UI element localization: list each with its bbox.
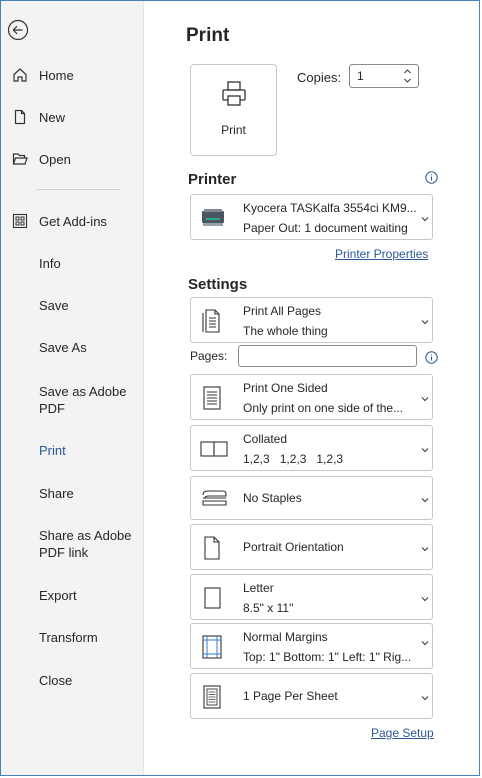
printer-dropdown[interactable]: Kyocera TASKalfa 3554ci KM9... Paper Out… xyxy=(190,194,433,240)
copies-label: Copies: xyxy=(297,70,342,85)
pages-input[interactable] xyxy=(238,345,417,367)
staples-title: No Staples xyxy=(243,491,302,505)
printer-status: Paper Out: 1 document waiting xyxy=(243,221,408,235)
margins-subtitle: Top: 1" Bottom: 1" Left: 1" Rig... xyxy=(243,650,412,664)
print-button[interactable]: Print xyxy=(190,64,277,156)
print-pane: Print Print Copies: 1 Printer Kyocera TA… xyxy=(144,1,479,775)
chevron-down-icon xyxy=(421,597,429,602)
sidebar-item-label: Share as Adobe PDF link xyxy=(39,528,132,560)
pages-per-sheet-dropdown[interactable]: 1 Page Per Sheet xyxy=(190,673,433,719)
chevron-down-icon xyxy=(421,498,429,503)
paper-subtitle: 8.5" x 11" xyxy=(243,601,294,615)
collation-dropdown[interactable]: Collated 1,2,3 1,2,3 1,2,3 xyxy=(190,425,433,471)
sidebar-item-label: Close xyxy=(39,673,73,688)
sidebar-item-label: Get Add-ins xyxy=(39,214,107,229)
pages-label: Pages: xyxy=(190,349,228,363)
document-pages-icon xyxy=(202,309,220,333)
margins-icon xyxy=(202,635,222,659)
chevron-down-icon xyxy=(421,448,429,453)
sidebar-item-label: Print xyxy=(39,443,66,458)
margins-title: Normal Margins xyxy=(243,630,328,644)
page-per-sheet-icon xyxy=(203,685,221,709)
back-arrow-icon xyxy=(7,19,29,41)
printer-device-icon xyxy=(202,209,224,226)
orientation-dropdown[interactable]: Portrait Orientation xyxy=(190,524,433,570)
back-button[interactable] xyxy=(7,19,29,41)
letter-page-icon xyxy=(204,587,221,609)
sidebar-item-label: Transform xyxy=(39,630,98,645)
paper-title: Letter xyxy=(243,581,274,595)
print-range-subtitle: The whole thing xyxy=(243,324,328,338)
orientation-title: Portrait Orientation xyxy=(243,540,344,554)
collated-icon xyxy=(200,441,228,457)
sidebar-item-label: Info xyxy=(39,256,61,271)
collation-title: Collated xyxy=(243,432,288,446)
sidebar-item-label: Home xyxy=(39,68,74,83)
sidebar-item-label: New xyxy=(39,110,66,125)
printer-heading: Printer xyxy=(188,171,237,188)
printer-properties-link[interactable]: Printer Properties xyxy=(335,247,428,261)
settings-heading: Settings xyxy=(188,276,248,293)
info-icon[interactable] xyxy=(425,351,438,364)
printer-icon xyxy=(222,81,246,106)
chevron-down-icon xyxy=(421,547,429,552)
folder-open-icon xyxy=(12,153,28,165)
paper-size-dropdown[interactable]: Letter 8.5" x 11" xyxy=(190,574,433,620)
backstage-sidebar: Home New Open Get Add-ins Info Save Save… xyxy=(1,1,144,775)
margins-dropdown[interactable]: Normal Margins Top: 1" Bottom: 1" Left: … xyxy=(190,623,433,669)
sides-dropdown[interactable]: Print One Sided Only print on one side o… xyxy=(190,374,433,420)
new-document-icon xyxy=(14,109,26,125)
chevron-down-icon xyxy=(421,696,429,701)
chevron-down-icon xyxy=(421,320,429,325)
add-ins-icon xyxy=(12,213,28,229)
stepper-arrows-icon[interactable] xyxy=(403,66,412,86)
staples-dropdown[interactable]: No Staples xyxy=(190,476,433,520)
sides-subtitle: Only print on one side of the... xyxy=(243,401,404,415)
sides-title: Print One Sided xyxy=(243,381,328,395)
info-icon[interactable] xyxy=(425,171,438,184)
per-sheet-title: 1 Page Per Sheet xyxy=(243,689,338,703)
stapler-icon xyxy=(202,490,227,506)
sidebar-item-label: Open xyxy=(39,152,71,167)
chevron-down-icon xyxy=(421,397,429,402)
chevron-down-icon xyxy=(421,217,429,222)
sidebar-divider xyxy=(37,189,121,190)
one-sided-icon xyxy=(203,386,221,410)
print-range-title: Print All Pages xyxy=(243,304,322,318)
print-backstage-window: Home New Open Get Add-ins Info Save Save… xyxy=(0,0,480,776)
page-setup-link[interactable]: Page Setup xyxy=(371,726,434,740)
printer-name: Kyocera TASKalfa 3554ci KM9... xyxy=(243,201,417,215)
collation-subtitle: 1,2,3 1,2,3 1,2,3 xyxy=(243,452,344,466)
page-title: Print xyxy=(186,25,230,46)
copies-stepper[interactable]: 1 xyxy=(349,64,419,88)
home-icon xyxy=(13,68,27,82)
sidebar-item-label: Save as Adobe PDF xyxy=(39,384,127,416)
chevron-down-icon xyxy=(421,641,429,646)
print-range-dropdown[interactable]: Print All Pages The whole thing xyxy=(190,297,433,343)
sidebar-item-label: Export xyxy=(39,588,77,603)
print-button-label: Print xyxy=(221,123,246,137)
sidebar-item-label: Save As xyxy=(39,340,87,355)
sidebar-item-label: Share xyxy=(39,486,74,501)
portrait-page-icon xyxy=(204,536,220,560)
copies-value: 1 xyxy=(357,69,364,83)
sidebar-item-label: Save xyxy=(39,298,69,313)
